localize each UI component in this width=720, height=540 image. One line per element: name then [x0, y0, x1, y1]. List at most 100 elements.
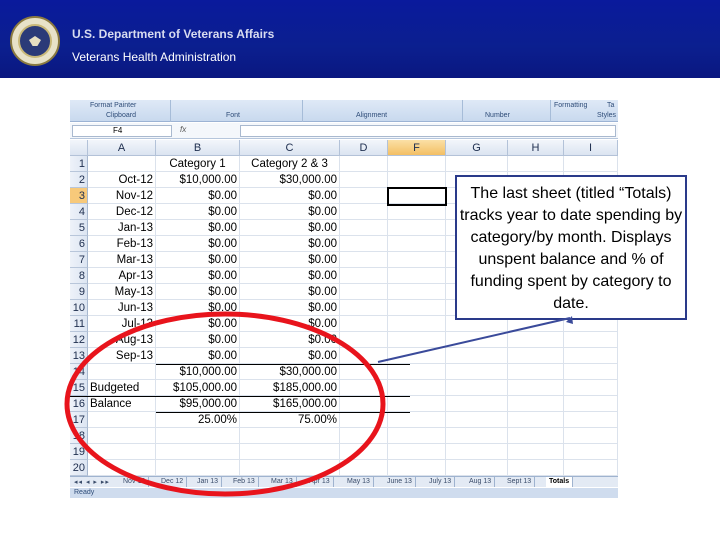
table-cell[interactable] [340, 396, 388, 412]
table-cell[interactable]: Budgeted [88, 380, 156, 396]
row-header[interactable]: 12 [70, 332, 88, 348]
table-cell[interactable] [340, 348, 388, 364]
table-cell[interactable] [240, 428, 340, 444]
table-cell[interactable]: Feb-13 [88, 236, 156, 252]
table-cell[interactable]: Jun-13 [88, 300, 156, 316]
table-cell[interactable] [340, 236, 388, 252]
row-header[interactable]: 15 [70, 380, 88, 396]
table-cell[interactable] [88, 460, 156, 476]
row-header[interactable]: 14 [70, 364, 88, 380]
table-cell[interactable]: $0.00 [156, 332, 240, 348]
formula-input[interactable] [240, 125, 616, 137]
table-cell[interactable]: $0.00 [240, 348, 340, 364]
table-cell[interactable] [340, 380, 388, 396]
table-cell[interactable]: $0.00 [156, 204, 240, 220]
table-cell[interactable] [88, 364, 156, 380]
table-cell[interactable]: Mar-13 [88, 252, 156, 268]
table-cell[interactable] [508, 332, 564, 348]
table-cell[interactable] [446, 380, 508, 396]
row-header[interactable]: 20 [70, 460, 88, 476]
table-cell[interactable] [564, 364, 618, 380]
sheet-tab[interactable]: Nov 12 [120, 477, 150, 487]
table-cell[interactable] [388, 284, 446, 300]
table-cell[interactable]: Sep-13 [88, 348, 156, 364]
table-cell[interactable] [340, 316, 388, 332]
column-header-f[interactable]: F [388, 140, 446, 156]
table-cell[interactable] [340, 220, 388, 236]
table-cell[interactable]: $0.00 [240, 284, 340, 300]
column-header-d[interactable]: D [340, 140, 388, 156]
table-cell[interactable]: $30,000.00 [240, 364, 340, 380]
table-cell[interactable] [340, 188, 388, 204]
table-cell[interactable]: $0.00 [240, 252, 340, 268]
table-cell[interactable]: $0.00 [156, 220, 240, 236]
table-cell[interactable]: $0.00 [156, 300, 240, 316]
table-cell[interactable] [446, 156, 508, 172]
sheet-tab[interactable]: July 13 [426, 477, 456, 487]
row-header[interactable]: 8 [70, 268, 88, 284]
table-cell[interactable] [340, 300, 388, 316]
row-header[interactable]: 7 [70, 252, 88, 268]
fx-icon[interactable]: fx [180, 125, 186, 134]
column-header-a[interactable]: A [88, 140, 156, 156]
table-cell[interactable] [156, 444, 240, 460]
table-cell[interactable] [564, 156, 618, 172]
table-cell[interactable]: $0.00 [240, 204, 340, 220]
row-header[interactable]: 2 [70, 172, 88, 188]
table-cell[interactable] [388, 316, 446, 332]
table-cell[interactable] [564, 380, 618, 396]
sheet-tab[interactable]: May 13 [344, 477, 374, 487]
table-cell[interactable] [340, 428, 388, 444]
table-cell[interactable] [340, 156, 388, 172]
format-painter-button[interactable]: Format Painter [90, 102, 136, 109]
table-cell[interactable] [388, 172, 446, 188]
table-cell[interactable]: $0.00 [240, 300, 340, 316]
select-all-corner[interactable] [70, 140, 88, 156]
row-header[interactable]: 6 [70, 236, 88, 252]
sheet-tab[interactable]: Dec 12 [158, 477, 188, 487]
table-cell[interactable]: Apr-13 [88, 268, 156, 284]
table-cell[interactable] [340, 172, 388, 188]
name-box[interactable]: F4 [72, 125, 172, 137]
table-cell[interactable] [446, 364, 508, 380]
table-cell[interactable] [388, 332, 446, 348]
column-header-g[interactable]: G [446, 140, 508, 156]
table-cell[interactable]: $30,000.00 [240, 172, 340, 188]
row-header[interactable]: 10 [70, 300, 88, 316]
row-header[interactable]: 17 [70, 412, 88, 428]
table-cell[interactable] [508, 412, 564, 428]
table-cell[interactable]: $0.00 [240, 188, 340, 204]
table-cell[interactable] [388, 300, 446, 316]
table-cell[interactable]: $0.00 [240, 332, 340, 348]
table-cell[interactable] [446, 444, 508, 460]
table-cell[interactable]: Oct-12 [88, 172, 156, 188]
table-cell[interactable]: $0.00 [156, 252, 240, 268]
table-cell[interactable] [156, 428, 240, 444]
row-header[interactable]: 16 [70, 396, 88, 412]
table-cell[interactable]: $0.00 [240, 268, 340, 284]
row-header[interactable]: 18 [70, 428, 88, 444]
row-header[interactable]: 9 [70, 284, 88, 300]
sheet-tab[interactable]: June 13 [384, 477, 416, 487]
table-cell[interactable] [388, 364, 446, 380]
sheet-tab[interactable]: Sept 13 [504, 477, 536, 487]
table-cell[interactable] [564, 412, 618, 428]
table-cell[interactable] [446, 396, 508, 412]
table-cell[interactable]: Jan-13 [88, 220, 156, 236]
column-header-c[interactable]: C [240, 140, 340, 156]
table-cell[interactable]: $165,000.00 [240, 396, 340, 412]
table-cell[interactable]: $0.00 [240, 220, 340, 236]
column-header-i[interactable]: I [564, 140, 618, 156]
table-cell[interactable] [388, 412, 446, 428]
table-cell[interactable] [388, 236, 446, 252]
conditional-formatting-button[interactable]: Formatting [554, 102, 587, 109]
table-cell[interactable] [388, 268, 446, 284]
table-cell[interactable] [508, 396, 564, 412]
table-cell[interactable] [446, 412, 508, 428]
table-cell[interactable] [340, 444, 388, 460]
table-cell[interactable]: $0.00 [240, 236, 340, 252]
table-cell[interactable] [508, 364, 564, 380]
table-cell[interactable]: Jul-13 [88, 316, 156, 332]
table-cell[interactable] [508, 460, 564, 476]
table-cell[interactable] [340, 332, 388, 348]
